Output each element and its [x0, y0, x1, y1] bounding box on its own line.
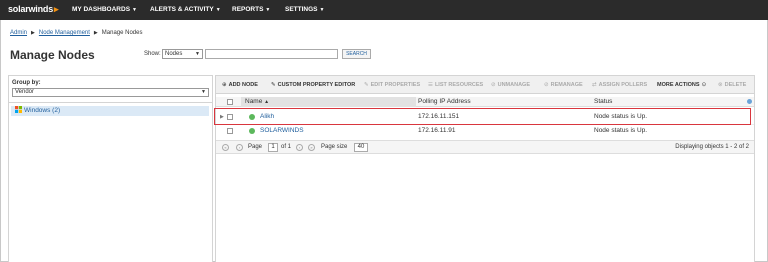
- add-icon: ⊕: [222, 82, 227, 88]
- node-ip: 172.16.11.91: [418, 127, 456, 134]
- group-by-label: Group by:: [12, 80, 41, 86]
- breadcrumb-current: Manage Nodes: [101, 30, 143, 36]
- remanage-button[interactable]: ⊘ REMANAGE: [544, 82, 583, 88]
- display-count: Displaying objects 1 - 2 of 2: [675, 144, 749, 150]
- nav-alerts-activity[interactable]: ALERTS & ACTIVITY ▼: [150, 6, 221, 13]
- more-actions-button[interactable]: MORE ACTIONS ⊙: [657, 82, 708, 88]
- last-page-icon[interactable]: »: [308, 144, 315, 151]
- column-header-ip[interactable]: Polling IP Address: [416, 97, 471, 107]
- custom-property-editor-button[interactable]: ✎ CUSTOM PROPERTY EDITOR: [271, 82, 355, 88]
- group-by-select[interactable]: Vendor ▼: [12, 88, 209, 97]
- solarwinds-logo[interactable]: solarwinds▸: [8, 4, 59, 15]
- status-up-icon: [249, 128, 255, 134]
- column-header-status[interactable]: Status: [594, 97, 612, 107]
- toolbar: ⊕ ADD NODE ✎ CUSTOM PROPERTY EDITOR ✎ EDIT …: [216, 76, 754, 94]
- edit-properties-button[interactable]: ✎ EDIT PROPERTIES: [364, 82, 420, 88]
- show-label: Show:: [144, 51, 161, 57]
- pencil-icon: ✎: [271, 82, 276, 88]
- sort-asc-icon: ▲: [264, 99, 270, 105]
- remanage-icon: ⊘: [544, 82, 549, 88]
- nav-settings[interactable]: SETTINGS ▼: [285, 6, 324, 13]
- search-button[interactable]: SEARCH: [342, 49, 371, 59]
- caret-down-icon: ▼: [132, 7, 137, 13]
- next-page-icon[interactable]: ›: [296, 144, 303, 151]
- group-by-panel: Group by: Vendor ▼ Windows (2): [8, 75, 213, 262]
- list-icon: ☰: [428, 82, 433, 88]
- row-checkbox[interactable]: [227, 128, 233, 134]
- chevron-down-icon: ⊙: [701, 82, 707, 88]
- pencil-icon: ✎: [364, 82, 369, 88]
- windows-icon: [15, 106, 22, 113]
- dropdown-arrow-icon: ▼: [195, 51, 200, 57]
- assign-pollers-button[interactable]: ⇄ ASSIGN POLLERS: [592, 82, 647, 88]
- node-name-link[interactable]: SOLARWINDS: [260, 124, 304, 138]
- node-status: Node status is Up.: [594, 127, 648, 134]
- select-all-checkbox[interactable]: [227, 99, 233, 105]
- dropdown-arrow-icon: ▼: [201, 89, 206, 95]
- show-select[interactable]: Nodes ▼: [162, 49, 203, 59]
- search-input[interactable]: [205, 49, 338, 59]
- breadcrumb: Admin ▶ Node Management ▶ Manage Nodes: [10, 30, 142, 36]
- pollers-icon: ⇄: [592, 82, 597, 88]
- chevron-right-icon: ▶: [93, 30, 98, 36]
- breadcrumb-admin[interactable]: Admin: [10, 30, 27, 36]
- flame-icon: ▸: [54, 4, 59, 14]
- caret-down-icon: ▼: [265, 7, 271, 13]
- page-label: Page: [248, 144, 263, 150]
- grid-header: Name ▲ Polling IP Address Status: [216, 97, 754, 107]
- nodes-panel: ⊕ ADD NODE ✎ CUSTOM PROPERTY EDITOR ✎ EDIT …: [215, 75, 755, 262]
- page-of-label: of 1: [281, 144, 292, 150]
- delete-icon: ⊗: [718, 82, 723, 88]
- row-highlight-box: [214, 108, 751, 125]
- page-number-input[interactable]: 1: [268, 143, 278, 152]
- group-item-windows[interactable]: Windows (2): [11, 106, 209, 116]
- first-page-icon[interactable]: «: [222, 144, 229, 151]
- add-node-button[interactable]: ⊕ ADD NODE: [222, 82, 258, 88]
- group-list: Windows (2): [9, 102, 212, 262]
- nav-reports[interactable]: REPORTS ▼: [232, 6, 270, 13]
- breadcrumb-node-management[interactable]: Node Management: [39, 30, 90, 36]
- nav-my-dashboards[interactable]: MY DASHBOARDS ▼: [72, 6, 137, 13]
- page-size-label: Page size: [321, 144, 348, 150]
- page-title: Manage Nodes: [10, 48, 95, 62]
- caret-down-icon: ▼: [319, 7, 325, 13]
- chevron-right-icon: ▶: [31, 30, 35, 36]
- caret-down-icon: ▼: [215, 7, 221, 13]
- delete-button[interactable]: ⊗ DELETE: [718, 82, 746, 88]
- page-size-input[interactable]: 40: [354, 143, 368, 152]
- group-item-label: Windows (2): [24, 107, 61, 114]
- table-row[interactable]: SOLARWINDS 172.16.11.91 Node status is U…: [216, 124, 754, 138]
- pager: « ‹ Page 1 of 1 › » Page size 40 Display…: [216, 140, 754, 154]
- list-resources-button[interactable]: ☰ LIST RESOURCES: [428, 82, 483, 88]
- prev-page-icon[interactable]: ‹: [236, 144, 243, 151]
- unmanage-icon: ⊘: [491, 82, 496, 88]
- top-nav: solarwinds▸ MY DASHBOARDS ▼ ALERTS & ACTI…: [0, 0, 768, 20]
- column-options-icon[interactable]: [747, 99, 752, 104]
- unmanage-button[interactable]: ⊘ UNMANAGE: [491, 82, 530, 88]
- column-header-name[interactable]: Name ▲: [241, 97, 416, 107]
